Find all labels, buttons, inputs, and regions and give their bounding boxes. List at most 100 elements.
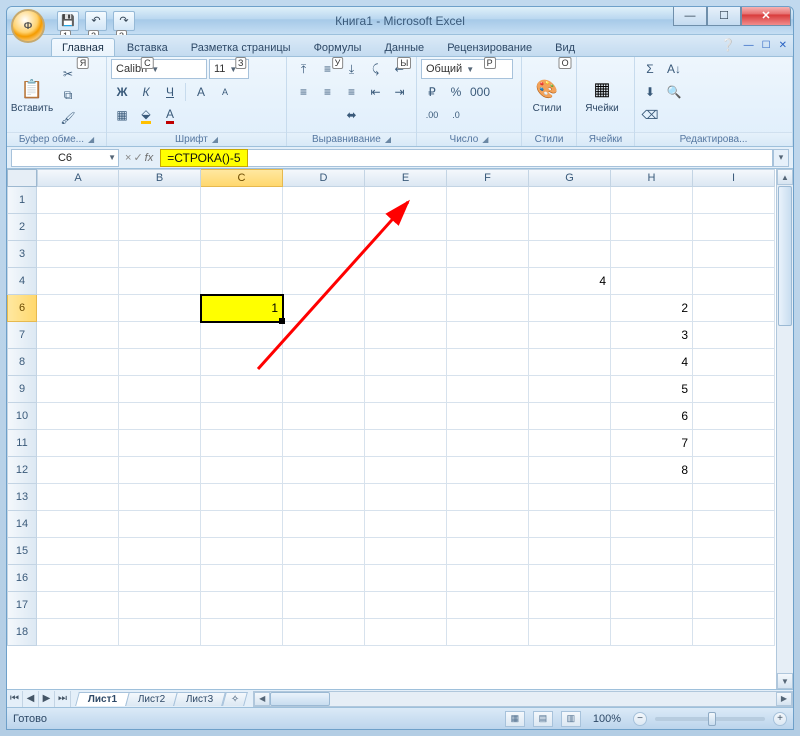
merge-center[interactable]: ⬌	[341, 105, 361, 125]
pagebreak-view-icon[interactable]: ▥	[561, 711, 581, 727]
fill-color-button[interactable]: ⬙	[135, 105, 157, 125]
scroll-thumb[interactable]	[778, 186, 792, 326]
cell[interactable]	[693, 322, 775, 349]
mdi-restore-icon[interactable]: ☐	[762, 40, 771, 51]
column-header[interactable]: C	[201, 169, 283, 187]
cell[interactable]	[283, 268, 365, 295]
align-right[interactable]: ≡	[341, 82, 363, 102]
cell[interactable]	[119, 322, 201, 349]
cell[interactable]	[529, 187, 611, 214]
mdi-min-icon[interactable]: —	[744, 40, 754, 51]
cell[interactable]	[529, 295, 611, 322]
cell[interactable]	[611, 187, 693, 214]
cell[interactable]: 5	[611, 376, 693, 403]
align-left[interactable]: ≡	[293, 82, 315, 102]
tab-data[interactable]: ДанныеЫ	[373, 38, 435, 56]
cut-button[interactable]: ✂	[57, 64, 79, 84]
cell[interactable]	[365, 403, 447, 430]
row-header[interactable]: 17	[7, 592, 37, 619]
font-color-button[interactable]: A	[159, 105, 181, 125]
cell[interactable]	[447, 511, 529, 538]
cell[interactable]	[201, 349, 283, 376]
cell[interactable]	[693, 187, 775, 214]
cell[interactable]	[447, 214, 529, 241]
cell[interactable]	[693, 241, 775, 268]
cell[interactable]	[447, 484, 529, 511]
cell[interactable]	[201, 619, 283, 646]
font-name-combo[interactable]: Calibri▼	[111, 59, 207, 79]
cell[interactable]	[365, 430, 447, 457]
cell[interactable]	[611, 592, 693, 619]
cell[interactable]	[447, 241, 529, 268]
cell[interactable]	[283, 619, 365, 646]
align-top[interactable]: ⤒	[293, 59, 315, 79]
cell[interactable]	[693, 403, 775, 430]
dialog-launcher-icon[interactable]: ◢	[88, 135, 94, 144]
row-header[interactable]: 14	[7, 511, 37, 538]
cell[interactable]	[529, 565, 611, 592]
increase-indent[interactable]: ⇥	[389, 82, 411, 102]
cell[interactable]	[119, 565, 201, 592]
cell[interactable]	[283, 376, 365, 403]
cell[interactable]	[365, 592, 447, 619]
tab-home[interactable]: Главная Я	[51, 38, 115, 56]
cell[interactable]: 8	[611, 457, 693, 484]
tab-view[interactable]: ВидО	[544, 38, 586, 56]
cell[interactable]	[365, 295, 447, 322]
row-header[interactable]: 11	[7, 430, 37, 457]
page-layout-view-icon[interactable]: ▤	[533, 711, 553, 727]
cell[interactable]	[283, 538, 365, 565]
row-header[interactable]: 16	[7, 565, 37, 592]
cell-grid[interactable]: 412345678	[37, 187, 775, 689]
row-header[interactable]: 7	[7, 322, 37, 349]
shrink-font-button[interactable]: A	[214, 82, 236, 102]
mdi-close-icon[interactable]: ✕	[779, 40, 787, 51]
grow-font-button[interactable]: A	[190, 82, 212, 102]
cell[interactable]	[119, 268, 201, 295]
cell[interactable]: 7	[611, 430, 693, 457]
cell[interactable]	[37, 538, 119, 565]
clear-button[interactable]: ⌫	[639, 105, 661, 125]
sheet-tab-3[interactable]: Лист3	[174, 692, 227, 706]
cell[interactable]	[693, 511, 775, 538]
cell[interactable]	[611, 511, 693, 538]
cell[interactable]	[201, 214, 283, 241]
cell[interactable]	[365, 376, 447, 403]
cell[interactable]: 3	[611, 322, 693, 349]
row-header[interactable]: 10	[7, 403, 37, 430]
autosum-button[interactable]: Σ	[639, 59, 661, 79]
cell[interactable]	[529, 349, 611, 376]
enter-formula-icon[interactable]: ✓	[133, 151, 142, 164]
cell[interactable]	[283, 511, 365, 538]
tab-review[interactable]: РецензированиеР	[436, 38, 543, 56]
cell[interactable]	[529, 322, 611, 349]
dialog-launcher-icon[interactable]: ◢	[212, 135, 218, 144]
cell[interactable]	[283, 187, 365, 214]
zoom-out-button[interactable]: −	[633, 712, 647, 726]
cell[interactable]	[201, 376, 283, 403]
cell[interactable]	[119, 430, 201, 457]
cell[interactable]	[119, 376, 201, 403]
fill-handle[interactable]	[279, 318, 285, 324]
cell[interactable]	[529, 403, 611, 430]
cell[interactable]	[283, 430, 365, 457]
cell[interactable]	[447, 295, 529, 322]
cell[interactable]	[119, 592, 201, 619]
cell[interactable]	[529, 241, 611, 268]
cells-button[interactable]: ▦ Ячейки	[581, 63, 623, 129]
cell[interactable]	[201, 592, 283, 619]
copy-button[interactable]: ⧉	[57, 86, 79, 106]
cell[interactable]	[365, 268, 447, 295]
styles-button[interactable]: 🎨 Стили	[526, 63, 568, 129]
cell[interactable]	[283, 241, 365, 268]
cell[interactable]	[37, 322, 119, 349]
cell[interactable]	[447, 538, 529, 565]
cell[interactable]	[37, 214, 119, 241]
cell[interactable]	[447, 457, 529, 484]
tab-insert[interactable]: ВставкаС	[116, 38, 179, 56]
cell[interactable]	[693, 538, 775, 565]
column-header[interactable]: A	[37, 169, 119, 187]
cell[interactable]	[37, 241, 119, 268]
cell[interactable]	[693, 349, 775, 376]
cell[interactable]	[37, 592, 119, 619]
